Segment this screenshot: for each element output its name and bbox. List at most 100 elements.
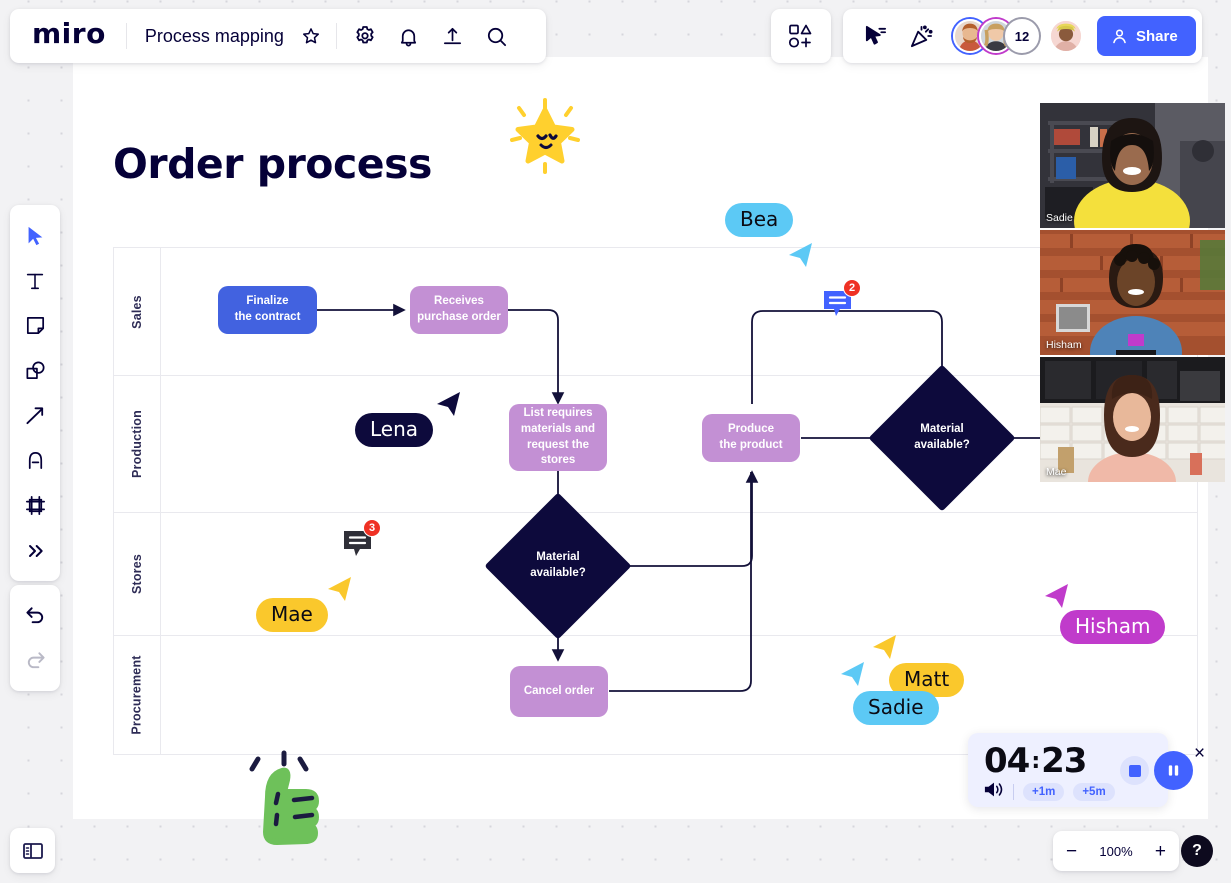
lane-label-sales: Sales: [129, 294, 144, 329]
divider: [335, 23, 337, 49]
video-tile-mae[interactable]: Mae: [1040, 357, 1225, 482]
node-line: Receives: [434, 295, 484, 308]
upload-icon[interactable]: [431, 14, 475, 58]
node-finalize-the-contract[interactable]: Finalize the contract: [218, 286, 317, 334]
search-icon[interactable]: [475, 14, 519, 58]
share-label: Share: [1136, 27, 1178, 45]
node-line: available?: [530, 567, 586, 579]
star-sticker[interactable]: [505, 96, 585, 181]
node-line: Produce: [727, 423, 774, 436]
bell-icon[interactable]: [387, 14, 431, 58]
cursor-pointer-lena: [434, 390, 462, 423]
panel-toggle-button[interactable]: [10, 828, 55, 873]
node-line: Cancel order: [523, 684, 595, 697]
video-name-sadie: Sadie: [1046, 212, 1073, 224]
left-toolbar: [10, 205, 60, 581]
divider: [1013, 784, 1014, 800]
shapes-plus-icon[interactable]: [779, 14, 823, 58]
share-button[interactable]: Share: [1097, 16, 1196, 56]
node-line: Material: [920, 423, 964, 436]
pen-tool[interactable]: [15, 438, 55, 483]
diamond-label: Material available?: [506, 514, 610, 618]
node-line: the contract: [234, 311, 301, 323]
gear-icon[interactable]: [343, 14, 387, 58]
avatar-overflow-count[interactable]: 12: [1005, 19, 1039, 53]
frame-tool[interactable]: [15, 483, 55, 528]
video-tile-hisham[interactable]: Hisham: [1040, 230, 1225, 355]
cursor-pointer-bea: [786, 241, 814, 274]
node-produce-the-product[interactable]: Produce the product: [702, 414, 800, 462]
decision-material-available-production[interactable]: Material available?: [868, 364, 1016, 512]
connection-line-tool[interactable]: [15, 393, 55, 438]
star-icon[interactable]: [294, 14, 328, 58]
volume-icon[interactable]: [984, 781, 1004, 803]
comment-count-badge: 2: [843, 279, 861, 297]
undo-button[interactable]: [15, 593, 55, 638]
sticky-note-tool[interactable]: [15, 303, 55, 348]
timer-widget[interactable]: 04:23 +1m +5m: [968, 733, 1193, 807]
node-cancel-order[interactable]: Cancel order: [510, 666, 608, 717]
add-5m-button[interactable]: +5m: [1073, 783, 1115, 801]
page-title: Order process: [113, 140, 432, 188]
cursor-pointer-mae: [325, 575, 353, 608]
comment-pin-stores[interactable]: 3: [342, 519, 381, 563]
redo-button[interactable]: [15, 638, 55, 683]
miro-board-app: Order process Sales Production Stores Pr…: [0, 0, 1231, 883]
avatar-current-user[interactable]: [1049, 19, 1083, 53]
cursor-chat-icon[interactable]: [853, 14, 897, 58]
lane-label-production: Production: [130, 410, 144, 478]
timer-seconds: 23: [1041, 741, 1087, 781]
cursor-pointer-hisham: [1042, 582, 1070, 615]
zoom-level[interactable]: 100%: [1099, 844, 1132, 859]
shapes-tool[interactable]: [15, 348, 55, 393]
select-tool[interactable]: [15, 213, 55, 258]
timer-display: 04:23: [984, 741, 1087, 781]
lane-label-stores: Stores: [129, 553, 144, 595]
node-receives-purchase-order[interactable]: Receives purchase order: [410, 286, 508, 334]
apps-panel-button[interactable]: [771, 9, 831, 63]
timer-separator: :: [1031, 749, 1040, 774]
lane-label-procurement: Procurement: [130, 655, 144, 735]
add-1m-button[interactable]: +1m: [1023, 783, 1065, 801]
cursor-label-hisham: Hisham: [1060, 610, 1166, 644]
node-line: available?: [914, 439, 970, 451]
node-line: materials and: [520, 422, 596, 435]
node-list-requires-materials[interactable]: List requires materials and request the …: [509, 404, 607, 471]
video-call-panel[interactable]: Sadie Hisham Mae: [1040, 103, 1225, 482]
video-tile-sadie[interactable]: Sadie: [1040, 103, 1225, 228]
collaborator-avatars[interactable]: 12: [953, 19, 1083, 53]
lane-production[interactable]: Production: [113, 375, 1198, 512]
cursor-pointer-sadie: [838, 660, 866, 693]
zoom-in-button[interactable]: +: [1155, 842, 1166, 861]
timer-stop-button[interactable]: [1120, 756, 1149, 785]
lane-header-sales: Sales: [114, 248, 161, 375]
topbar-right-group: 12 Share: [843, 9, 1202, 63]
node-line: request the stores: [527, 438, 589, 467]
cursor-label-bea: Bea: [725, 203, 794, 237]
timer-pause-button[interactable]: [1154, 751, 1193, 790]
cursor-pointer-matt: [870, 633, 898, 666]
zoom-out-button[interactable]: −: [1066, 842, 1077, 861]
help-button[interactable]: ?: [1181, 835, 1213, 867]
comment-pin-sales[interactable]: 2: [822, 279, 861, 323]
miro-logo[interactable]: miro: [10, 20, 126, 52]
timer-minutes: 04: [984, 741, 1030, 781]
video-name-hisham: Hisham: [1046, 339, 1082, 351]
timer-close-button[interactable]: ×: [1194, 744, 1205, 763]
more-tools[interactable]: [15, 528, 55, 573]
node-line: Finalize: [246, 295, 289, 308]
node-line: Material: [536, 551, 580, 564]
node-line: List requires: [523, 407, 593, 420]
thumbs-up-sticker[interactable]: [240, 745, 332, 850]
text-tool[interactable]: [15, 258, 55, 303]
board-title[interactable]: Process mapping: [127, 26, 294, 47]
diamond-label: Material available?: [890, 386, 994, 490]
node-line: purchase order: [417, 311, 501, 323]
history-toolbar: [10, 585, 60, 691]
lane-header-procurement: Procurement: [114, 636, 161, 754]
topbar-left-group: miro Process mapping: [10, 9, 546, 63]
party-popper-icon[interactable]: [899, 14, 943, 58]
decision-material-available-stores[interactable]: Material available?: [484, 492, 632, 640]
timer-controls-row: +1m +5m: [984, 781, 1115, 803]
video-name-mae: Mae: [1046, 466, 1067, 478]
